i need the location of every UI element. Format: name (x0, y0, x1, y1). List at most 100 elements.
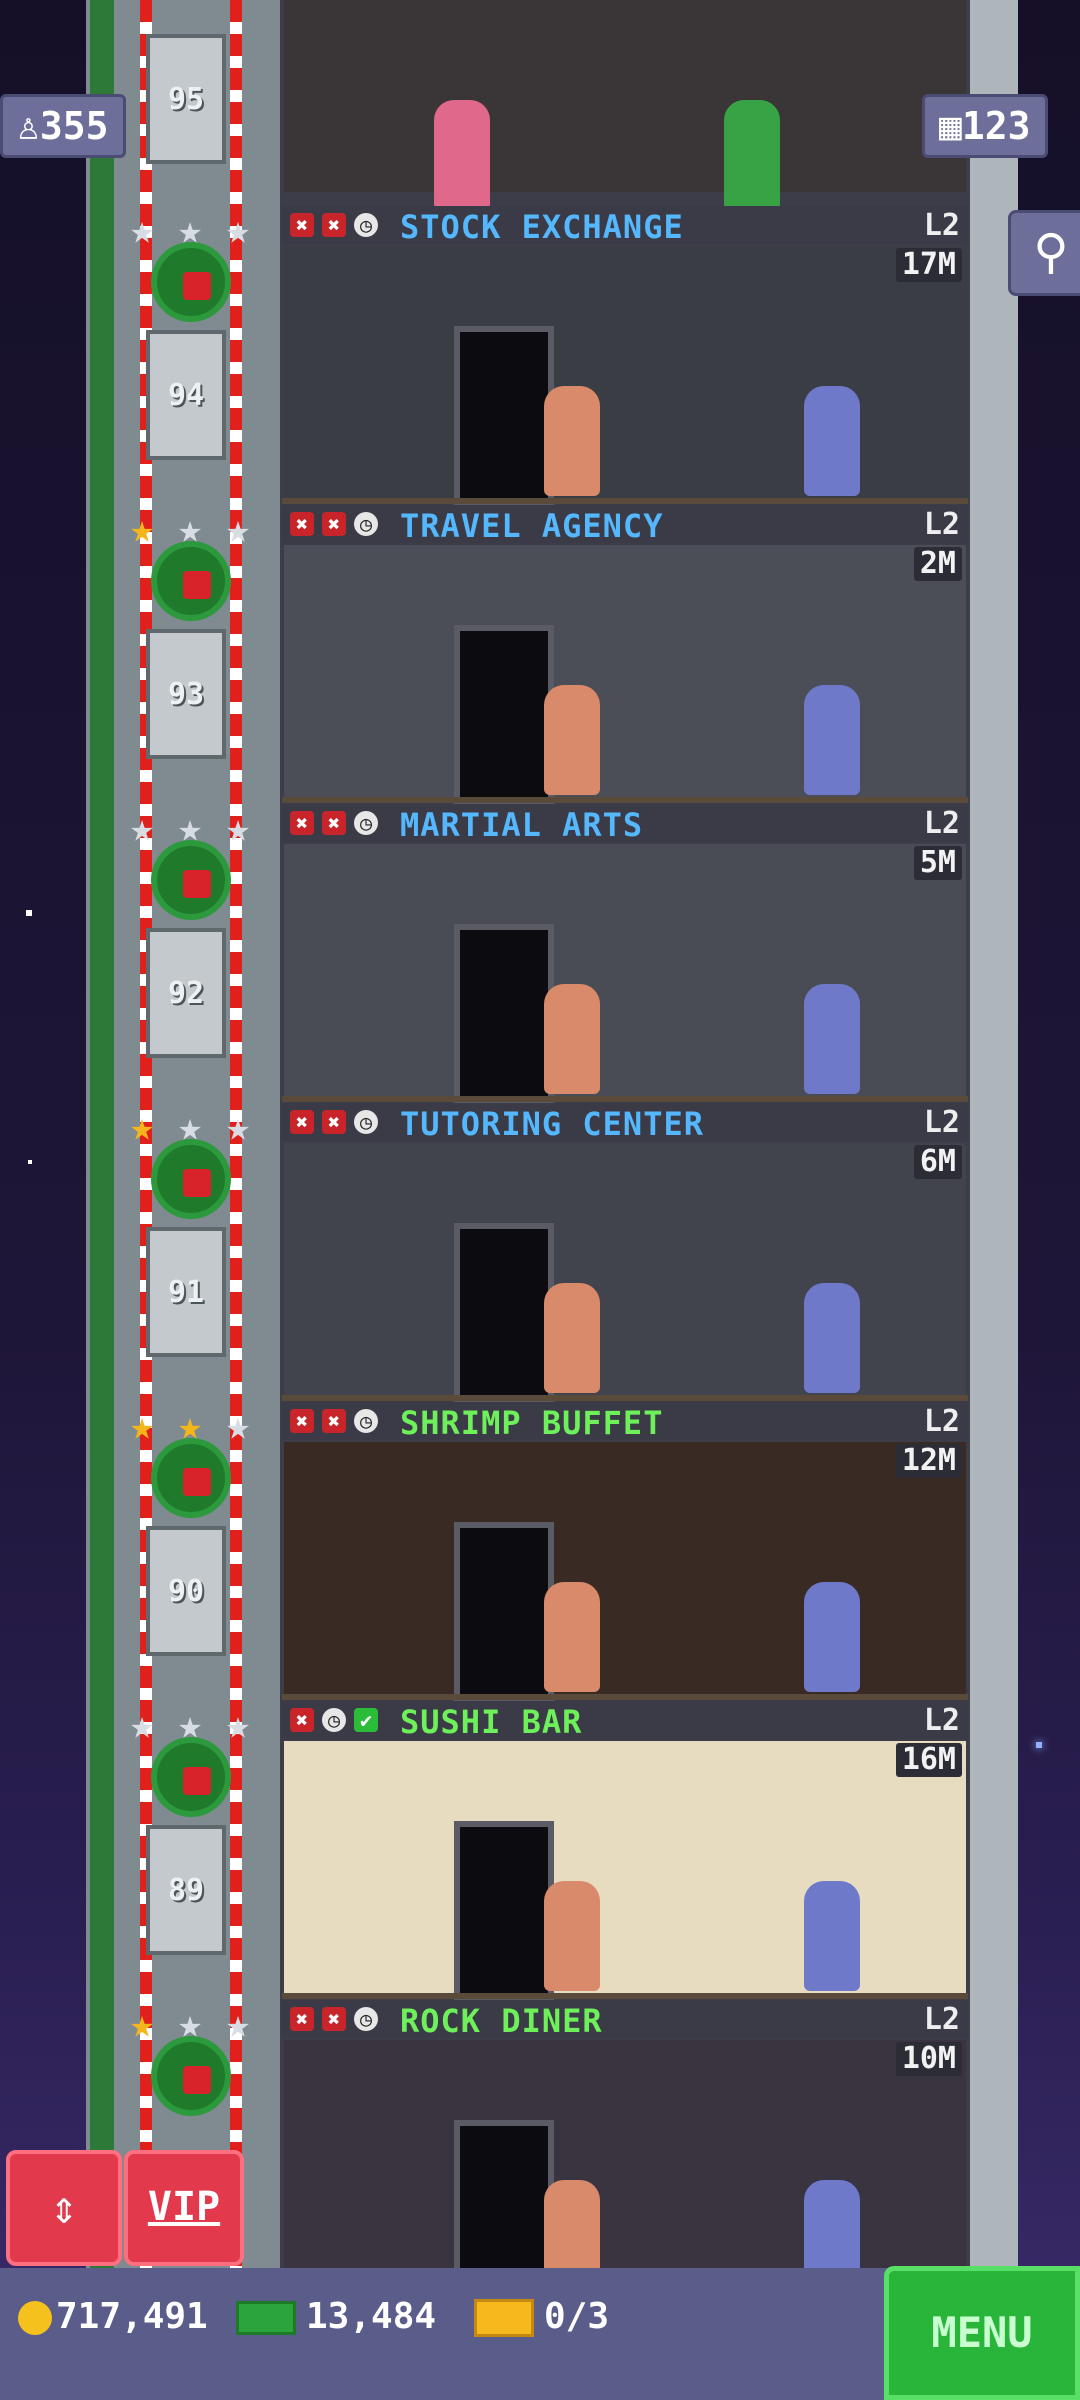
floor-level: L2 (923, 1105, 960, 1140)
elevator-floor-95: 95 (146, 34, 226, 164)
vip-button[interactable]: VIP (124, 2150, 244, 2266)
floor-row[interactable]: ✖ ✖ ◷ STOCK EXCHANGE L2 17M (282, 206, 968, 508)
floor-name: SHRIMP BUFFET (400, 1404, 664, 1442)
door (454, 326, 554, 508)
clock-icon: ◷ (354, 811, 378, 835)
floor-number: 91 (167, 1275, 205, 1310)
bow-icon (183, 870, 211, 898)
population-counter[interactable]: ♙355 (0, 94, 126, 158)
coin-icon (18, 2301, 52, 2335)
floor-value: 6M (913, 1145, 962, 1179)
bux-counter[interactable]: 13,484 (236, 2296, 436, 2337)
elevator-floor-marker: 93 (146, 629, 226, 759)
x-icon: ✖ (322, 512, 346, 536)
bitizen[interactable] (804, 1582, 860, 1692)
search-button[interactable]: ⚲ (1008, 210, 1080, 296)
elevator-floor-marker: 91 (146, 1227, 226, 1357)
floor-row[interactable]: ✖ ◷ ✔ SUSHI BAR L2 16M (282, 1701, 968, 2003)
bitizen[interactable] (544, 1283, 600, 1393)
floor-number: 92 (167, 976, 205, 1011)
person-icon: ♙ (17, 104, 40, 148)
bow-icon (183, 272, 211, 300)
wreath-decoration (151, 1438, 231, 1518)
gold-star-icon: ★ (129, 506, 155, 552)
floor-row[interactable]: ✖ ✖ ◷ ROCK DINER L2 10M (282, 2000, 968, 2302)
floor-divider (282, 498, 968, 504)
star (26, 910, 32, 916)
floor-room (284, 1442, 966, 1704)
door (454, 1522, 554, 1704)
floor-header: ✖ ✖ ◷ SHRIMP BUFFET L2 (282, 1402, 968, 1442)
floor-level: L2 (923, 806, 960, 841)
menu-button[interactable]: MENU (884, 2266, 1080, 2400)
floor-number: 89 (167, 1873, 205, 1908)
bow-icon (183, 1767, 211, 1795)
floors-counter[interactable]: ▦123 (922, 94, 1048, 158)
bitizen[interactable] (544, 1881, 600, 1991)
x-icon: ✖ (290, 811, 314, 835)
floor-number: 95 (167, 82, 205, 117)
bitizen[interactable] (804, 1881, 860, 1991)
x-icon: ✖ (322, 811, 346, 835)
x-icon: ✖ (290, 512, 314, 536)
wreath-decoration (151, 242, 231, 322)
bitizen[interactable] (544, 984, 600, 1094)
floor-value: 12M (895, 1444, 962, 1478)
floor-number: 93 (167, 677, 205, 712)
silver-star-icon: ★ (225, 207, 251, 253)
bitizen[interactable] (804, 386, 860, 496)
up-down-arrows-icon: ⇕ (50, 2180, 78, 2234)
floor-header: ✖ ✖ ◷ MARTIAL ARTS L2 (282, 804, 968, 844)
floor-divider (282, 1395, 968, 1401)
worker-pink (434, 100, 490, 210)
floor-row[interactable]: ✖ ✖ ◷ TUTORING CENTER L2 6M (282, 1103, 968, 1405)
tickets-counter[interactable]: 0/3 (474, 2296, 609, 2337)
floor-name: TUTORING CENTER (400, 1105, 704, 1143)
bitizen[interactable] (804, 685, 860, 795)
door (454, 1223, 554, 1405)
floor-level: L2 (923, 507, 960, 542)
bitizen[interactable] (804, 984, 860, 1094)
bitizen[interactable] (544, 1582, 600, 1692)
x-icon: ✖ (290, 1409, 314, 1433)
silver-star-icon: ★ (225, 805, 251, 851)
elevator-floor-marker: 90 (146, 1526, 226, 1656)
building-icon: ▦ (939, 104, 962, 148)
floor-value: 5M (913, 846, 962, 880)
coins-counter[interactable]: 717,491 (18, 2296, 208, 2337)
floor-row[interactable]: ✖ ✖ ◷ MARTIAL ARTS L2 5M (282, 804, 968, 1106)
floor-level: L2 (923, 1703, 960, 1738)
floor-top-office[interactable] (282, 0, 968, 210)
bitizen[interactable] (544, 386, 600, 496)
silver-star-icon: ★ (129, 1702, 155, 1748)
bitizen[interactable] (544, 685, 600, 795)
floor-row[interactable]: ✖ ✖ ◷ TRAVEL AGENCY L2 2M (282, 505, 968, 807)
silver-star-icon: ★ (225, 1104, 251, 1150)
door (454, 924, 554, 1106)
floor-name: SUSHI BAR (400, 1703, 583, 1741)
bow-icon (183, 1468, 211, 1496)
bux-icon (236, 2301, 296, 2335)
star (1036, 1742, 1042, 1748)
floor-name: TRAVEL AGENCY (400, 507, 664, 545)
bow-icon (183, 2066, 211, 2094)
clock-icon: ◷ (354, 1110, 378, 1134)
x-icon: ✖ (290, 2007, 314, 2031)
elevator-button[interactable]: ⇕ (6, 2150, 122, 2266)
clock-icon: ◷ (354, 512, 378, 536)
bitizen[interactable] (804, 1283, 860, 1393)
wreath-decoration (151, 840, 231, 920)
clock-icon: ◷ (354, 1409, 378, 1433)
clock-icon: ◷ (354, 2007, 378, 2031)
wreath-decoration (151, 1139, 231, 1219)
population-value: 355 (39, 104, 109, 148)
x-icon: ✖ (322, 213, 346, 237)
floor-header: ✖ ◷ ✔ SUSHI BAR L2 (282, 1701, 968, 1741)
wreath-decoration (151, 1737, 231, 1817)
floor-room (284, 2040, 966, 2302)
floors-value: 123 (961, 104, 1031, 148)
gold-star-icon: ★ (129, 1104, 155, 1150)
x-icon: ✖ (290, 213, 314, 237)
floor-row[interactable]: ✖ ✖ ◷ SHRIMP BUFFET L2 12M (282, 1402, 968, 1704)
floor-header: ✖ ✖ ◷ TUTORING CENTER L2 (282, 1103, 968, 1143)
